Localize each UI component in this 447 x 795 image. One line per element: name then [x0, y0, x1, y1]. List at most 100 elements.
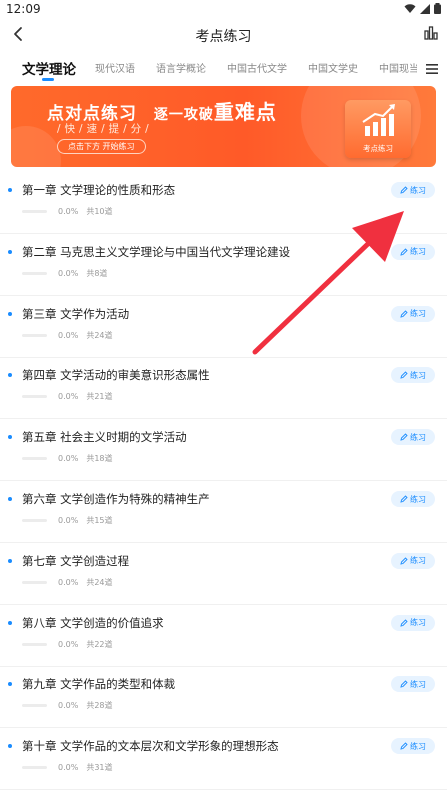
chapter-row[interactable]: 第六章 文学创造作为特殊的精神生产 0.0% 共15道 练习: [0, 481, 447, 543]
practice-button[interactable]: 练习: [391, 243, 435, 260]
banner-title-part2: 逐一攻破: [153, 107, 214, 123]
tab-literature-history[interactable]: 中国文学史: [308, 60, 358, 75]
chapter-question-count: 共22道: [86, 639, 113, 649]
nav-bar: 考点练习: [0, 18, 447, 50]
chapter-progress-text: 0.0%: [58, 763, 79, 773]
chapter-title: 第七章 文学创造过程: [22, 553, 130, 568]
tab-literary-theory[interactable]: 文学理论: [22, 58, 76, 78]
pencil-icon: [400, 248, 408, 256]
practice-label: 练习: [410, 370, 426, 380]
chapter-progress-bar: [22, 457, 47, 461]
banner-start-button[interactable]: 点击下方 开始练习: [57, 139, 146, 154]
chapter-row[interactable]: 第二章 马克思主义文学理论与中国当代文学理论建设 0.0% 共8道 练习: [0, 234, 447, 296]
practice-button[interactable]: 练习: [391, 305, 435, 322]
chapter-meta: 0.0% 共24道: [58, 577, 113, 588]
bullet-dot: [8, 744, 12, 749]
practice-button[interactable]: 练习: [391, 614, 435, 631]
chapter-meta: 0.0% 共21道: [58, 391, 113, 402]
chapter-row[interactable]: 第七章 文学创造过程 0.0% 共24道 练习: [0, 543, 447, 605]
practice-button[interactable]: 练习: [391, 182, 435, 198]
tab-ancient-literature[interactable]: 中国古代文学: [227, 60, 287, 75]
banner-card: 考点练习: [345, 100, 411, 158]
promo-banner[interactable]: 点对点练习 逐一攻破重难点 /快/速/提/分/ 点击下方 开始练习 考点练习: [11, 86, 436, 167]
wifi-icon: [404, 3, 416, 13]
tab-modern-chinese[interactable]: 现代汉语: [95, 60, 135, 75]
pencil-icon: [400, 433, 408, 441]
tabs-menu-button[interactable]: [417, 56, 447, 82]
chapter-meta: 0.0% 共8道: [58, 268, 107, 279]
chapter-question-count: 共21道: [86, 392, 113, 402]
chapter-row[interactable]: 第八章 文学创造的价值追求 0.0% 共22道 练习: [0, 605, 447, 667]
chapter-progress-bar: [22, 395, 47, 399]
pencil-icon: [400, 680, 408, 689]
chapter-meta: 0.0% 共24道: [58, 330, 113, 341]
chapter-progress-bar: [22, 642, 47, 646]
tab-linguistics[interactable]: 语言学概论: [156, 60, 206, 75]
chapter-row[interactable]: 第五章 社会主义时期的文学活动 0.0% 共18道 练习: [0, 419, 447, 482]
chapter-title: 第四章 文学活动的审美意识形态属性: [22, 368, 210, 383]
chapter-question-count: 共24道: [86, 577, 113, 587]
chapter-question-count: 共24道: [86, 330, 113, 340]
chapter-meta: 0.0% 共28道: [58, 700, 113, 711]
pencil-icon: [400, 618, 408, 627]
stats-button[interactable]: [423, 25, 439, 41]
practice-button[interactable]: 练习: [391, 491, 435, 507]
chapter-progress-text: 0.0%: [58, 330, 79, 340]
trend-chart-icon: [362, 104, 395, 136]
pencil-icon: [400, 495, 408, 503]
pencil-icon: [400, 186, 408, 194]
chapter-meta: 0.0% 共22道: [58, 639, 113, 650]
chapter-row[interactable]: 第一章 文学理论的性质和形态 0.0% 共10道 练习: [0, 172, 447, 234]
chapter-progress-bar: [22, 766, 47, 770]
chapter-meta: 0.0% 共31道: [58, 762, 113, 773]
battery-icon: [434, 3, 441, 14]
chapter-title: 第五章 社会主义时期的文学活动: [22, 430, 187, 445]
bullet-dot: [8, 311, 12, 316]
chapter-progress-text: 0.0%: [58, 207, 79, 216]
chapter-row[interactable]: 第四章 文学活动的审美意识形态属性 0.0% 共21道 练习: [0, 357, 447, 420]
practice-label: 练习: [410, 618, 426, 628]
chapter-progress-bar: [22, 519, 47, 522]
chapter-row[interactable]: 第三章 文学作为活动 0.0% 共24道 练习: [0, 296, 447, 358]
practice-label: 练习: [410, 432, 426, 442]
banner-subtitle: /快/速/提/分/: [57, 123, 153, 135]
bullet-dot: [8, 682, 12, 687]
chapter-progress-text: 0.0%: [58, 454, 79, 464]
chapter-question-count: 共31道: [86, 763, 113, 773]
chapter-progress-text: 0.0%: [58, 701, 79, 711]
chapter-row[interactable]: 第九章 文学作品的类型和体裁 0.0% 共28道 练习: [0, 666, 447, 729]
chapter-title: 第八章 文学创造的价值追求: [22, 615, 164, 630]
chapter-question-count: 共15道: [86, 516, 113, 525]
status-time: 12:09: [6, 2, 41, 16]
chapter-progress-bar: [22, 580, 47, 584]
practice-button[interactable]: 练习: [391, 429, 435, 446]
tab-modern-literature[interactable]: 中国现当: [379, 60, 419, 75]
chapter-meta: 0.0% 共15道: [58, 515, 113, 526]
bullet-dot: [8, 188, 12, 192]
chapter-question-count: 共10道: [86, 207, 113, 216]
practice-label: 练习: [410, 741, 426, 751]
pencil-icon: [400, 309, 408, 318]
practice-button[interactable]: 练习: [391, 738, 435, 755]
chapter-progress-bar: [22, 271, 47, 275]
chapter-title: 第十章 文学作品的文本层次和文学形象的理想形态: [22, 739, 279, 754]
chapter-progress-bar: [22, 210, 47, 213]
bullet-dot: [8, 249, 12, 254]
practice-button[interactable]: 练习: [391, 676, 435, 693]
practice-label: 练习: [410, 309, 426, 319]
practice-button[interactable]: 练习: [391, 367, 435, 384]
chapter-question-count: 共8道: [86, 268, 108, 278]
chapter-question-count: 共18道: [86, 454, 113, 464]
subject-tabs: 文学理论 现代汉语 语言学概论 中国古代文学 中国文学史 中国现当: [0, 56, 447, 84]
page-title: 考点练习: [195, 29, 252, 45]
chapter-progress-bar: [22, 704, 47, 708]
chapter-row[interactable]: 第十章 文学作品的文本层次和文学形象的理想形态 0.0% 共31道 练习: [0, 728, 447, 791]
bar-chart-icon: [424, 26, 438, 40]
chapter-meta: 0.0% 共18道: [58, 453, 113, 464]
practice-button[interactable]: 练习: [391, 552, 435, 569]
bullet-dot: [8, 620, 12, 625]
chapter-progress-text: 0.0%: [58, 516, 79, 525]
chapter-meta: 0.0% 共10道: [58, 206, 113, 217]
signal-icon: [420, 3, 430, 14]
chapter-progress-text: 0.0%: [58, 392, 79, 402]
